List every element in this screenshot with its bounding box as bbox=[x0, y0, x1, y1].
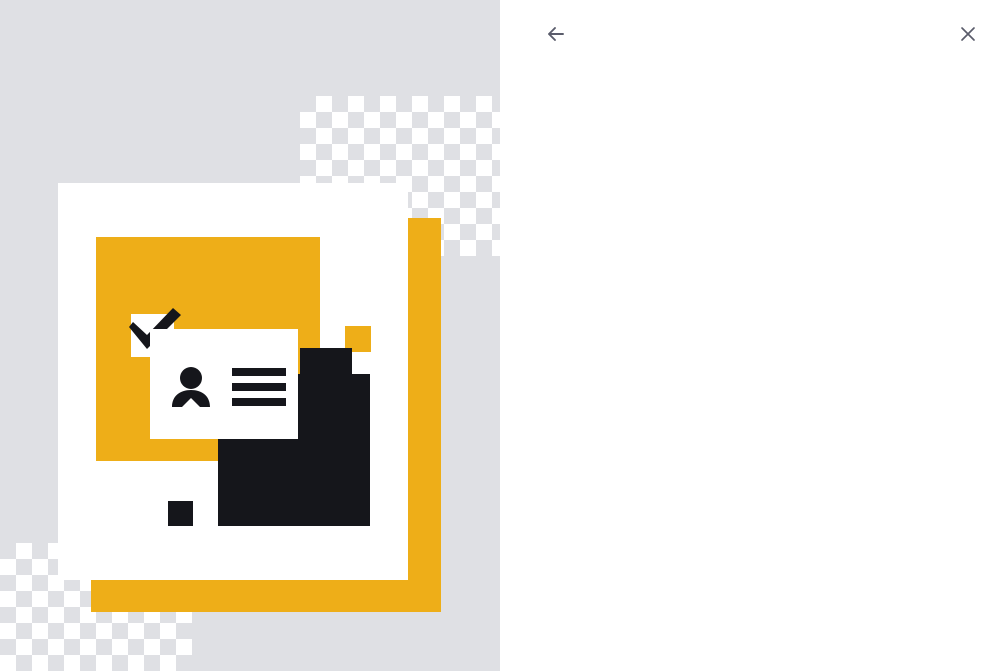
illustration-dark-block-upper bbox=[300, 348, 352, 374]
close-button[interactable] bbox=[954, 20, 982, 48]
back-button[interactable] bbox=[542, 20, 570, 48]
identity-verification-screen: Identity Verification Basic Info First N… bbox=[0, 0, 1000, 671]
illustration-id-card-lines bbox=[232, 368, 286, 406]
illustration-dark-small-square bbox=[168, 501, 193, 526]
person-avatar-icon bbox=[172, 367, 210, 407]
form-panel: Identity Verification Basic Info First N… bbox=[500, 0, 1000, 671]
close-icon bbox=[961, 27, 975, 41]
arrow-left-icon bbox=[548, 27, 564, 41]
illustration-panel bbox=[0, 0, 500, 671]
dialog-header bbox=[542, 20, 982, 50]
